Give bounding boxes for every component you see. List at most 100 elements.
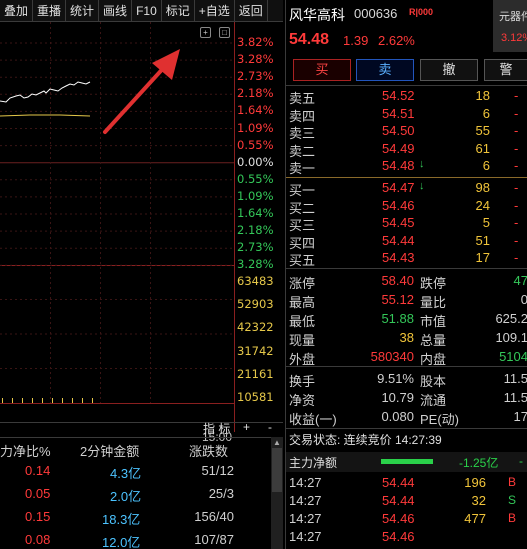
col-amount-header[interactable]: 2分钟金额 — [80, 441, 139, 460]
order-volume: 51 — [475, 232, 490, 248]
order-level-label: 卖三 — [289, 126, 316, 142]
pct-axis-label: 0.55% — [237, 137, 274, 152]
order-ext: - — [514, 250, 519, 266]
divider — [286, 268, 527, 269]
table-row[interactable]: 0.05 2.0亿 25/3 — [0, 483, 270, 505]
order-book-row[interactable]: 卖四 54.51 6 - — [286, 105, 527, 124]
divider — [286, 366, 527, 367]
stock-name: 风华高科 — [289, 7, 345, 23]
scroll-up-icon[interactable]: ▲ — [271, 438, 283, 448]
stat-label: 最高 — [289, 295, 316, 310]
order-book-row[interactable]: 买五 54.43 17 - — [286, 250, 527, 268]
order-book-row[interactable]: 卖三 54.50 55 - — [286, 123, 527, 142]
stat-row: 最高 55.12 量比 0 — [286, 291, 527, 310]
stat-value: 0 — [520, 292, 527, 307]
tick-time: 14:27 — [289, 493, 322, 508]
stats-button[interactable]: 统计 — [66, 0, 100, 22]
alert-button[interactable]: 警 — [484, 59, 527, 81]
mark-button[interactable]: 标记 — [162, 0, 195, 22]
order-volume: 17 — [475, 250, 490, 266]
order-level-label: 卖四 — [289, 108, 316, 124]
order-book-row[interactable]: 卖五 54.52 18 - — [286, 88, 527, 106]
divider — [286, 177, 527, 178]
stat-row: 净资 10.79 流通 11.5 — [286, 389, 527, 408]
order-volume: 61 — [475, 140, 490, 156]
tick-row[interactable]: 14:27 54.44 196 B — [286, 475, 527, 492]
order-price: 54.45 — [382, 215, 415, 231]
col-updown-header[interactable]: 涨跌数 — [189, 441, 228, 460]
window-icon[interactable]: □ — [219, 27, 230, 38]
stat-value: 11.5 — [503, 390, 527, 405]
stat-row: 收益(一) 0.080 PE(动) 17 — [286, 408, 527, 427]
volume-axis-label: 52903 — [237, 297, 274, 312]
order-volume: 6 — [482, 105, 490, 121]
buy-button[interactable]: 买 — [293, 59, 351, 81]
order-level-label: 卖五 — [289, 91, 316, 106]
stat-value: 47 — [513, 273, 527, 288]
order-price: 54.44 — [382, 232, 415, 248]
indicator-tab[interactable]: 指 标 — [203, 420, 230, 437]
order-ext: - — [514, 197, 519, 213]
add-indicator-button[interactable]: + — [243, 420, 250, 434]
annotation-arrow — [103, 49, 180, 134]
scroll-thumb[interactable] — [272, 448, 282, 492]
order-ext: - — [514, 123, 519, 139]
col-ratio-header[interactable]: 力净比% — [0, 441, 51, 460]
tick-volume: 477 — [464, 511, 486, 526]
add-watchlist-button[interactable]: +自选 — [195, 0, 235, 22]
tick-row[interactable]: 14:27 54.46 — [286, 529, 527, 546]
stat-value: 9.51% — [377, 371, 414, 386]
pct-axis-label: 1.09% — [237, 188, 274, 203]
sector-name: 元器件 — [499, 11, 527, 23]
main-flow-value: -1.25亿 — [459, 456, 499, 470]
table-row[interactable]: 0.15 18.3亿 156/40 — [0, 506, 270, 528]
table-row[interactable]: 0.14 4.3亿 51/12 — [0, 460, 270, 482]
order-ext: - — [514, 215, 519, 231]
overlay-button[interactable]: 叠加 — [0, 0, 34, 22]
main-flow-row[interactable]: 主力净额 -1.25亿 - — [286, 452, 527, 472]
stat-value: 580340 — [370, 349, 414, 364]
draw-line-button[interactable]: 画线 — [99, 0, 133, 22]
order-book-row[interactable]: 买一 54.47 ↓ 98 - — [286, 180, 527, 198]
back-button[interactable]: 返回 — [235, 0, 268, 22]
f10-button[interactable]: F10 — [132, 0, 162, 22]
stat-value: 109.1 — [495, 330, 527, 345]
replay-button[interactable]: 重播 — [33, 0, 67, 22]
tick-volume: 32 — [471, 493, 486, 508]
table-row[interactable]: 0.08 12.0亿 107/87 — [0, 529, 270, 549]
order-level-label: 买三 — [289, 218, 316, 234]
stat-label: 总量 — [420, 333, 447, 348]
stat-label: 流通 — [420, 393, 447, 408]
tick-time: 14:27 — [289, 529, 322, 544]
pct-axis-label: 2.73% — [237, 240, 274, 255]
pct-axis-label: 1.09% — [237, 120, 274, 135]
order-book-row[interactable]: 卖一 54.48 ↓ 6 - — [286, 158, 527, 176]
order-level-label: 卖二 — [289, 143, 316, 159]
stat-label: 市值 — [420, 314, 447, 329]
pct-axis-label: 2.18% — [237, 86, 274, 101]
down-arrow-icon: ↓ — [419, 180, 425, 192]
order-price: 54.49 — [382, 140, 415, 156]
tick-row[interactable]: 14:27 54.44 32 S — [286, 493, 527, 510]
volume-axis-label: 10581 — [237, 390, 274, 404]
stat-value: 58.40 — [381, 273, 414, 288]
remove-indicator-button[interactable]: - — [268, 420, 272, 434]
intraday-chart[interactable]: + □ 3.82% 3.28% 2.73% 2.18% 1.64% 1.09% 0.55% 0… — [0, 22, 283, 444]
stat-value: 5104 — [499, 349, 527, 364]
stat-value: 11.5 — [503, 371, 527, 386]
pct-axis-label: 0.55% — [237, 171, 274, 186]
stat-row: 现量 38 总量 109.1 — [286, 329, 527, 348]
order-book-row[interactable]: 买二 54.46 24 - — [286, 197, 527, 216]
tick-row[interactable]: 14:27 54.46 477 B — [286, 511, 527, 528]
quote-panel: 风华高科 000636 R|000 54.48 1.39 2.62% 元器件 3… — [285, 0, 527, 549]
stat-label: 最低 — [289, 314, 316, 329]
order-ext: - — [514, 232, 519, 248]
order-book-row[interactable]: 卖二 54.49 61 - — [286, 140, 527, 159]
order-book-row[interactable]: 买四 54.44 51 - — [286, 232, 527, 251]
cancel-order-button[interactable]: 撤 — [420, 59, 478, 81]
zoom-in-icon[interactable]: + — [200, 27, 211, 38]
sector-box[interactable]: 元器件 3.12% — [493, 0, 527, 52]
order-book-row[interactable]: 买三 54.45 5 - — [286, 215, 527, 234]
sell-button[interactable]: 卖 — [356, 59, 414, 81]
volume-axis-label: 31742 — [237, 343, 274, 358]
